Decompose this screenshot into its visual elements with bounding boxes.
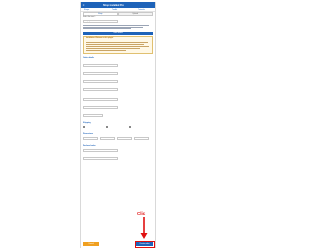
notice-line [86, 50, 126, 51]
tab-row: Shop Upload [83, 12, 153, 16]
notice-line [86, 46, 149, 47]
close-icon[interactable]: ✕ [83, 4, 85, 7]
section-title-shipping: Shipping [83, 122, 91, 124]
tab-shop[interactable]: Shop [83, 12, 118, 16]
amount-field[interactable]: 100 [83, 98, 118, 101]
declared-value-field[interactable]: 110 [83, 149, 118, 152]
quantity-field[interactable]: 1 [83, 114, 103, 117]
shipping-checkbox[interactable] [83, 126, 85, 128]
currency-field[interactable]: EUR [83, 106, 118, 109]
clic-annotation: Clic [137, 211, 146, 216]
phone-field[interactable]: 0655443322 [83, 88, 118, 91]
section-title-value: Declared value [83, 145, 96, 147]
click-highlight-box [134, 240, 155, 248]
section-title-order: Order details [83, 57, 95, 59]
weight-field[interactable]: 0.5 [83, 137, 98, 140]
store-label: Select the store/... [83, 17, 96, 18]
notice-title: Installation: Welcome to this plugin! [86, 38, 114, 39]
description-line [83, 25, 149, 26]
shipping-checkbox[interactable] [129, 126, 131, 128]
nav-item-shops[interactable]: Shops [84, 9, 89, 11]
app-title: Shop installed Pro [103, 4, 124, 7]
notice-line [86, 42, 148, 43]
app-panel: ✕ Shop installed Pro Shops Toolkit Tutor… [80, 2, 156, 248]
nav-item-toolkit[interactable]: Toolkit [112, 9, 117, 11]
user-field[interactable]: Tim Lemaitre [83, 64, 118, 67]
length-field[interactable] [100, 137, 115, 140]
shipping-checkbox[interactable] [106, 126, 108, 128]
arrow-down-icon [140, 217, 148, 239]
description-line [83, 26, 143, 28]
height-field[interactable] [134, 137, 149, 140]
reference-2-field[interactable]: X12000 [83, 157, 118, 160]
reference-field[interactable]: Order 1234 [83, 72, 118, 75]
tab-upload[interactable]: Upload [118, 12, 153, 16]
cancel-button[interactable]: Cancel [83, 242, 99, 246]
name-field[interactable]: Pascale Petit [83, 80, 118, 83]
section-title-dimensions: Dimensions [83, 133, 94, 135]
section-bar-order: Order details [83, 32, 153, 35]
notice-line [86, 44, 144, 45]
installation-notice: Installation: Welcome to this plugin! [83, 36, 153, 54]
notice-line [86, 48, 140, 49]
shop-select[interactable]: Shopify [83, 19, 118, 23]
width-field[interactable] [117, 137, 132, 140]
nav-item-tutorials[interactable]: Tutorials [138, 9, 145, 11]
description-line [83, 28, 131, 29]
